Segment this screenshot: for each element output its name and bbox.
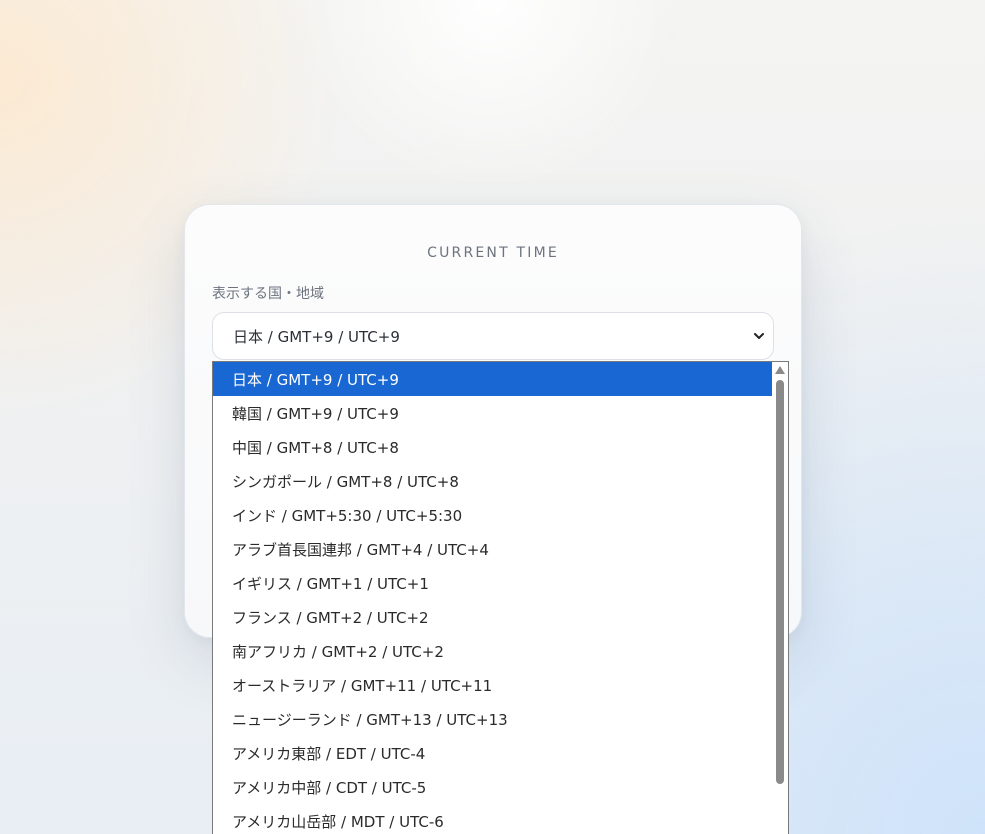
dropdown-option[interactable]: インド / GMT+5:30 / UTC+5:30 [213, 498, 774, 532]
region-select[interactable]: 日本 / GMT+9 / UTC+9 [212, 312, 774, 360]
dropdown-option[interactable]: 南アフリカ / GMT+2 / UTC+2 [213, 634, 774, 668]
dropdown-option[interactable]: アメリカ東部 / EDT / UTC-4 [213, 736, 774, 770]
dropdown-option[interactable]: 中国 / GMT+8 / UTC+8 [213, 430, 774, 464]
chevron-down-icon [754, 333, 764, 339]
dropdown-option[interactable]: シンガポール / GMT+8 / UTC+8 [213, 464, 774, 498]
dropdown-scrollbar[interactable] [772, 362, 788, 834]
card-title: CURRENT TIME [427, 245, 559, 261]
dropdown-option[interactable]: オーストラリア / GMT+11 / UTC+11 [213, 668, 774, 702]
dropdown-option[interactable]: アラブ首長国連邦 / GMT+4 / UTC+4 [213, 532, 774, 566]
dropdown-option[interactable]: 日本 / GMT+9 / UTC+9 [213, 362, 774, 396]
dropdown-option[interactable]: アメリカ中部 / CDT / UTC-5 [213, 770, 774, 804]
region-select-value: 日本 / GMT+9 / UTC+9 [233, 327, 400, 346]
scrollbar-thumb[interactable] [776, 380, 784, 784]
scroll-up-arrow-icon[interactable] [775, 366, 785, 374]
region-select-label: 表示する国・地域 [212, 286, 324, 302]
dropdown-option[interactable]: イギリス / GMT+1 / UTC+1 [213, 566, 774, 600]
dropdown-option[interactable]: フランス / GMT+2 / UTC+2 [213, 600, 774, 634]
dropdown-option[interactable]: 韓国 / GMT+9 / UTC+9 [213, 396, 774, 430]
dropdown-option[interactable]: ニュージーランド / GMT+13 / UTC+13 [213, 702, 774, 736]
dropdown-option[interactable]: アメリカ山岳部 / MDT / UTC-6 [213, 804, 774, 834]
region-dropdown-list[interactable]: 日本 / GMT+9 / UTC+9 韓国 / GMT+9 / UTC+9 中国… [212, 361, 789, 834]
